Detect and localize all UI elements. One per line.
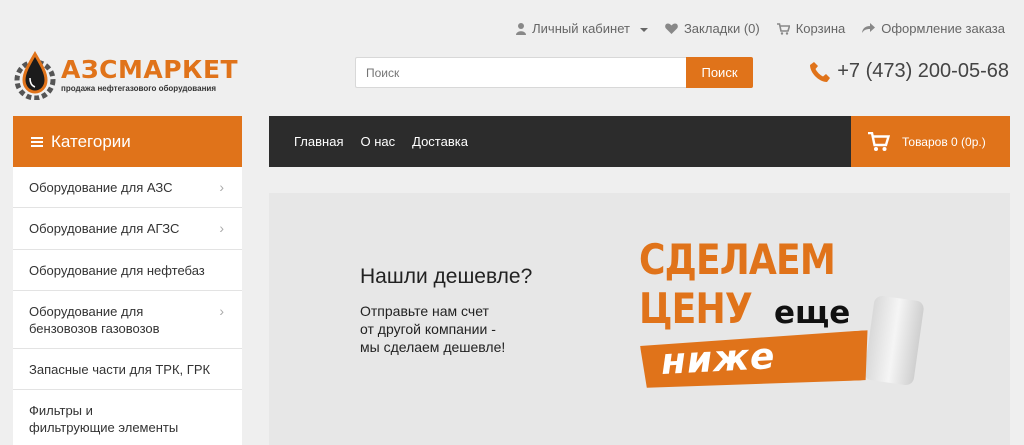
chevron-right-icon: ›	[219, 178, 224, 195]
category-item[interactable]: Оборудование для бензовозов газовозов ›	[13, 291, 242, 349]
category-item[interactable]: Запасные части для ТРК, ГРК	[13, 349, 242, 390]
category-label: Запасные части для ТРК, ГРК	[29, 361, 211, 377]
nav-home[interactable]: Главная	[294, 134, 343, 149]
banner-headline-1: СДЕЛАЕМ	[639, 235, 836, 284]
promo-banner[interactable]: Нашли дешевле? Отправьте нам счет от дру…	[269, 193, 1010, 445]
categories-list: Оборудование для АЗС › Оборудование для …	[13, 167, 242, 445]
category-item[interactable]: Фильтры и фильтрующие элементы	[13, 390, 242, 445]
search-bar: Поиск	[355, 57, 753, 88]
category-label: Оборудование для АЗС	[29, 179, 173, 195]
user-icon	[516, 22, 527, 35]
category-item[interactable]: Оборудование для нефтебаз	[13, 250, 242, 291]
torn-paper-graphic	[863, 294, 925, 387]
banner-body: Отправьте нам счет от другой компании - …	[360, 302, 505, 356]
phone-icon	[810, 61, 831, 82]
cart-icon	[868, 131, 890, 151]
oil-drop-gear-icon	[14, 51, 56, 100]
banner-headline-2: ЦЕНУ	[639, 284, 753, 333]
search-button[interactable]: Поиск	[686, 57, 753, 88]
logo-title-part1: АЗС	[61, 55, 118, 84]
top-links: Личный кабинет Закладки (0) Корзина Офор…	[516, 21, 1005, 36]
categories-title: Категории	[51, 131, 131, 151]
categories-header[interactable]: Категории	[13, 116, 242, 167]
list-icon	[31, 135, 43, 149]
nav-delivery[interactable]: Доставка	[412, 134, 468, 149]
heart-icon	[665, 23, 678, 34]
site-logo[interactable]: АЗСМАРКЕТ продажа нефтегазового оборудов…	[13, 50, 238, 100]
banner-headline-3: еще	[774, 295, 851, 331]
phone-number[interactable]: +7 (473) 200-05-68	[837, 60, 1009, 83]
category-label: Оборудование для бензовозов газовозов	[29, 303, 160, 336]
chevron-down-icon	[639, 27, 648, 32]
cart-label: Корзина	[795, 21, 846, 36]
account-link[interactable]: Личный кабинет	[516, 21, 648, 36]
banner-line-3: мы сделаем дешевле!	[360, 339, 506, 355]
wishlist-link[interactable]: Закладки (0)	[665, 21, 760, 36]
cart-icon	[776, 22, 790, 35]
account-label: Личный кабинет	[532, 21, 630, 36]
main-nav: Главная О нас Доставка	[269, 116, 851, 167]
category-item[interactable]: Оборудование для АГЗС ›	[13, 208, 242, 250]
cart-link[interactable]: Корзина	[776, 21, 846, 36]
banner-question: Нашли дешевле?	[360, 265, 533, 288]
wishlist-label: Закладки (0)	[683, 21, 760, 36]
banner-line-2: от другой компании -	[360, 321, 496, 337]
cart-summary: Товаров 0 (0р.)	[902, 134, 986, 149]
checkout-label: Оформление заказа	[881, 21, 1005, 36]
phone-block: +7 (473) 200-05-68	[809, 60, 1009, 83]
share-arrow-icon	[862, 23, 876, 33]
nav-about[interactable]: О нас	[360, 134, 395, 149]
checkout-link[interactable]: Оформление заказа	[862, 21, 1005, 36]
logo-title-part2: МАРКЕТ	[117, 55, 239, 84]
category-label: Фильтры и фильтрующие элементы	[29, 403, 179, 435]
category-item[interactable]: Оборудование для АЗС ›	[13, 167, 242, 208]
category-label: Оборудование для нефтебаз	[29, 262, 205, 278]
search-input[interactable]	[355, 57, 686, 88]
category-label: Оборудование для АГЗС	[29, 221, 180, 236]
chevron-right-icon: ›	[219, 303, 224, 319]
banner-line-1: Отправьте нам счет	[360, 303, 489, 319]
logo-subtitle: продажа нефтегазового оборудования	[61, 84, 216, 93]
chevron-right-icon: ›	[219, 220, 224, 236]
cart-button[interactable]: Товаров 0 (0р.)	[851, 116, 1010, 167]
banner-headline-4: ниже	[660, 336, 777, 383]
logo-title: АЗСМАРКЕТ	[61, 57, 238, 83]
